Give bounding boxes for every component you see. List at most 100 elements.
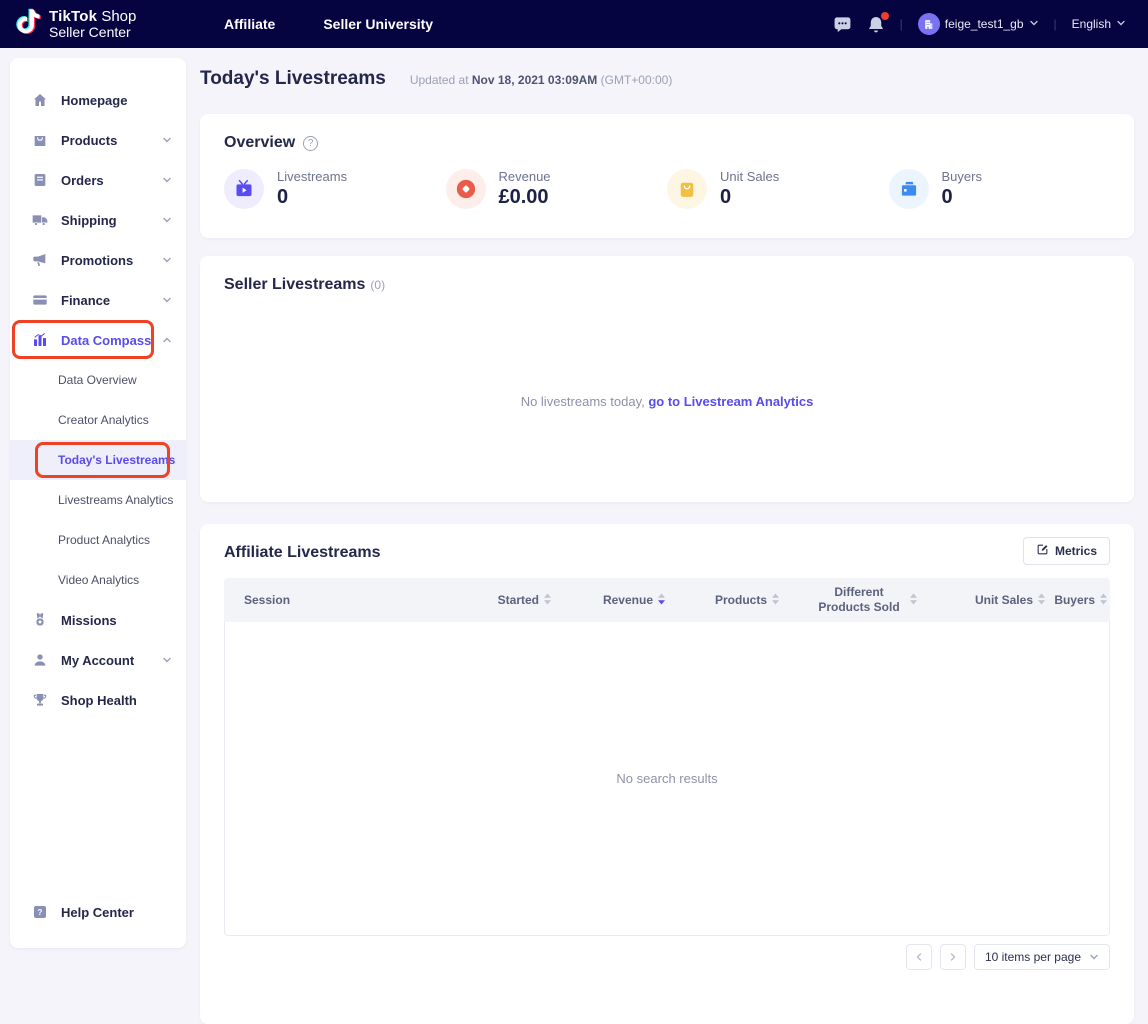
table-header-row: Session Started Revenue Products Differe… bbox=[224, 578, 1110, 622]
livestream-tv-icon bbox=[224, 169, 264, 209]
metric-value: 0 bbox=[720, 186, 779, 209]
chat-icon[interactable] bbox=[833, 15, 852, 34]
pagination-prev-button[interactable] bbox=[906, 944, 932, 970]
sidebar-item-help-center[interactable]: ? Help Center bbox=[10, 892, 186, 932]
sidebar-item-label: Shipping bbox=[61, 213, 117, 228]
sidebar-subitem-label: Video Analytics bbox=[58, 573, 139, 587]
column-header-revenue[interactable]: Revenue bbox=[554, 593, 668, 608]
metric-label: Livestreams bbox=[277, 169, 347, 184]
sidebar-subitem-label: Product Analytics bbox=[58, 533, 150, 547]
sidebar-item-label: Shop Health bbox=[61, 693, 137, 708]
chevron-down-icon bbox=[162, 255, 172, 265]
sidebar-item-livestreams-analytics[interactable]: Livestreams Analytics bbox=[10, 480, 186, 520]
nav-link-seller-university[interactable]: Seller University bbox=[323, 16, 433, 32]
sidebar-item-product-analytics[interactable]: Product Analytics bbox=[10, 520, 186, 560]
column-header-different-products-sold[interactable]: Different Products Sold bbox=[782, 585, 920, 615]
sidebar-subitem-label: Data Overview bbox=[58, 373, 137, 387]
language-selector[interactable]: English bbox=[1072, 17, 1126, 31]
sidebar-item-products[interactable]: Products bbox=[10, 120, 186, 160]
column-header-products[interactable]: Products bbox=[668, 593, 782, 608]
pagination-next-button[interactable] bbox=[940, 944, 966, 970]
medal-icon bbox=[32, 612, 48, 628]
sort-icon-active-desc[interactable] bbox=[657, 593, 666, 608]
column-header-session[interactable]: Session bbox=[224, 593, 450, 607]
sort-icon[interactable] bbox=[771, 593, 780, 608]
chevron-down-icon bbox=[162, 175, 172, 185]
sort-icon[interactable] bbox=[543, 593, 552, 608]
sidebar-item-video-analytics[interactable]: Video Analytics bbox=[10, 560, 186, 600]
overview-title: Overview bbox=[224, 134, 295, 152]
shopping-bag-icon bbox=[667, 169, 707, 209]
sidebar-item-homepage[interactable]: Homepage bbox=[10, 80, 186, 120]
navbar-links: Affiliate Seller University bbox=[224, 16, 433, 32]
chevron-down-icon bbox=[1029, 17, 1039, 31]
brand-word-tiktok: TikTok bbox=[49, 8, 97, 25]
user-avatar bbox=[918, 13, 940, 35]
sidebar-item-missions[interactable]: Missions bbox=[10, 600, 186, 640]
shopping-bag-icon bbox=[32, 132, 48, 148]
page-title: Today's Livestreams bbox=[200, 68, 386, 90]
metric-buyers: Buyers 0 bbox=[889, 169, 1111, 209]
chevron-down-icon bbox=[162, 655, 172, 665]
affiliate-livestreams-table: Session Started Revenue Products Differe… bbox=[224, 578, 1110, 936]
sidebar-item-shipping[interactable]: Shipping bbox=[10, 200, 186, 240]
sidebar: Homepage Products Orders Shipping Promot… bbox=[10, 58, 186, 948]
updated-timestamp: Updated at Nov 18, 2021 03:09AM (GMT+00:… bbox=[410, 73, 673, 87]
column-label: Different Products Sold bbox=[813, 585, 905, 615]
sidebar-item-finance[interactable]: Finance bbox=[10, 280, 186, 320]
metric-revenue: Revenue £0.00 bbox=[446, 169, 668, 209]
brand-text: TikTok Shop Seller Center bbox=[49, 9, 136, 39]
column-label: Revenue bbox=[603, 593, 653, 607]
table-empty-body: No search results bbox=[224, 622, 1110, 936]
user-menu[interactable]: feige_test1_gb bbox=[918, 13, 1039, 35]
help-tooltip-icon[interactable]: ? bbox=[303, 136, 318, 151]
items-per-page-dropdown[interactable]: 10 items per page bbox=[974, 944, 1110, 970]
column-header-started[interactable]: Started bbox=[450, 593, 554, 608]
sidebar-item-label: My Account bbox=[61, 653, 134, 668]
brand-seller-center: Seller Center bbox=[49, 25, 136, 40]
metric-value: £0.00 bbox=[499, 186, 551, 209]
sort-icon[interactable] bbox=[1099, 593, 1108, 608]
sidebar-item-my-account[interactable]: My Account bbox=[10, 640, 186, 680]
page-header: Today's Livestreams Updated at Nov 18, 2… bbox=[200, 48, 1134, 96]
sidebar-item-label: Orders bbox=[61, 173, 104, 188]
sort-icon[interactable] bbox=[1037, 593, 1046, 608]
go-to-livestream-analytics-link[interactable]: go to Livestream Analytics bbox=[648, 394, 813, 409]
seller-livestreams-card: Seller Livestreams(0) No livestreams tod… bbox=[200, 256, 1134, 502]
notification-dot bbox=[881, 12, 889, 20]
sidebar-item-creator-analytics[interactable]: Creator Analytics bbox=[10, 400, 186, 440]
sort-icon[interactable] bbox=[909, 593, 918, 608]
top-navbar: TikTok Shop Seller Center Affiliate Sell… bbox=[0, 0, 1148, 48]
person-icon bbox=[32, 652, 48, 668]
home-icon bbox=[32, 92, 48, 108]
notification-bell-icon[interactable] bbox=[867, 15, 885, 34]
metrics-button[interactable]: Metrics bbox=[1023, 537, 1110, 565]
sidebar-item-label: Data Compass bbox=[61, 333, 151, 348]
sidebar-subitem-label: Livestreams Analytics bbox=[58, 493, 173, 507]
trophy-icon bbox=[32, 692, 48, 708]
metric-label: Revenue bbox=[499, 169, 551, 184]
column-label: Unit Sales bbox=[975, 593, 1033, 607]
sidebar-item-shop-health[interactable]: Shop Health bbox=[10, 680, 186, 720]
metric-value: 0 bbox=[277, 186, 347, 209]
metric-livestreams: Livestreams 0 bbox=[224, 169, 446, 209]
updated-prefix: Updated at bbox=[410, 73, 469, 87]
sidebar-item-orders[interactable]: Orders bbox=[10, 160, 186, 200]
column-label: Buyers bbox=[1054, 593, 1095, 607]
wallet-icon bbox=[889, 169, 929, 209]
sidebar-item-label: Help Center bbox=[61, 905, 134, 920]
tiktok-shop-logo[interactable]: TikTok Shop Seller Center bbox=[0, 7, 212, 42]
updated-timezone: (GMT+00:00) bbox=[601, 73, 673, 87]
column-header-unit-sales[interactable]: Unit Sales bbox=[920, 593, 1048, 608]
column-header-buyers[interactable]: Buyers bbox=[1048, 593, 1110, 608]
overview-metrics: Livestreams 0 Revenue £0.00 Unit Sales bbox=[224, 169, 1110, 209]
bar-chart-icon bbox=[32, 332, 48, 348]
sidebar-item-promotions[interactable]: Promotions bbox=[10, 240, 186, 280]
language-label: English bbox=[1072, 17, 1111, 31]
sidebar-item-todays-livestreams[interactable]: Today's Livestreams bbox=[10, 440, 186, 480]
sidebar-item-label: Missions bbox=[61, 613, 117, 628]
nav-link-affiliate[interactable]: Affiliate bbox=[224, 16, 275, 32]
sidebar-item-label: Promotions bbox=[61, 253, 133, 268]
sidebar-item-data-overview[interactable]: Data Overview bbox=[10, 360, 186, 400]
sidebar-item-data-compass[interactable]: Data Compass bbox=[10, 320, 186, 360]
